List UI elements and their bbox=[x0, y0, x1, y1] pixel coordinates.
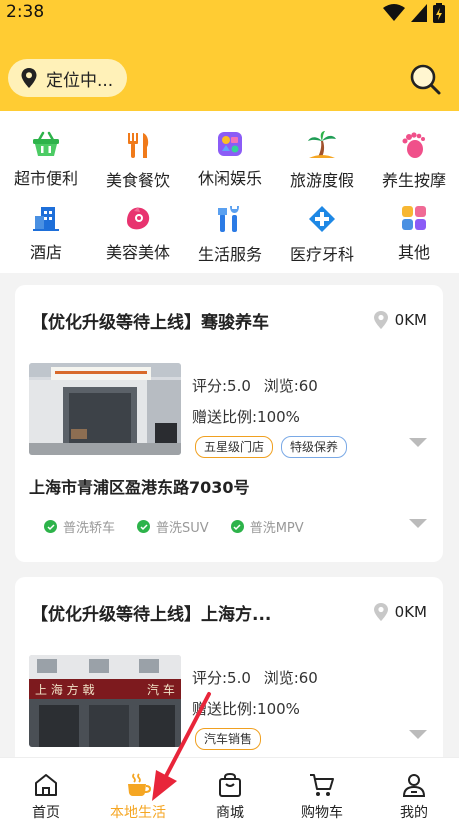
fork-knife-icon bbox=[123, 131, 153, 159]
tag-badge: 五星级门店 bbox=[195, 436, 274, 458]
views-text: 浏览:60 bbox=[263, 669, 318, 687]
tab-label: 购物车 bbox=[301, 805, 343, 821]
tab-label: 本地生活 bbox=[110, 805, 166, 821]
battery-icon bbox=[433, 3, 445, 23]
category-label: 酒店 bbox=[29, 243, 62, 262]
category-medical[interactable]: 医疗牙科 bbox=[276, 185, 368, 264]
hotel-icon bbox=[31, 205, 61, 231]
shop-tags: 五星级门店 特级保养 bbox=[195, 436, 348, 458]
shop-photo[interactable]: 上 海 方 戟 汽 车 bbox=[29, 655, 181, 747]
shop-title[interactable]: 【优化升级等待上线】骞骏养车 bbox=[31, 308, 269, 333]
beauty-icon bbox=[123, 205, 153, 231]
check-icon bbox=[137, 520, 151, 533]
tab-label: 我的 bbox=[400, 805, 428, 821]
status-icons bbox=[383, 3, 445, 23]
location-pin-icon bbox=[21, 68, 37, 88]
shop-stats: 评分:5.0 浏览:60 bbox=[192, 375, 318, 396]
tab-mall[interactable]: 商城 bbox=[184, 758, 276, 822]
category-label: 医疗牙科 bbox=[289, 245, 354, 264]
category-massage[interactable]: 养生按摩 bbox=[368, 111, 459, 190]
tag-badge: 汽车销售 bbox=[195, 728, 262, 750]
views-text: 浏览:60 bbox=[263, 377, 318, 395]
category-leisure[interactable]: 休闲娱乐 bbox=[184, 111, 276, 188]
shop-card[interactable]: 【优化升级等待上线】上海方... 0KM 上 海 方 戟 汽 车 评分:5.0 … bbox=[15, 577, 443, 767]
location-pin-icon bbox=[373, 311, 388, 329]
category-food[interactable]: 美食餐饮 bbox=[92, 111, 184, 190]
search-icon[interactable] bbox=[408, 62, 442, 96]
shop-card[interactable]: 【优化升级等待上线】骞骏养车 0KM 评分:5.0 浏览:60 赠送比例:100… bbox=[15, 285, 443, 562]
basket-icon bbox=[31, 131, 61, 157]
service-label: 普洗SUV bbox=[156, 521, 209, 536]
tab-cart[interactable]: 购物车 bbox=[276, 758, 368, 822]
category-other[interactable]: 其他 bbox=[368, 185, 459, 262]
shopping-bag-icon bbox=[219, 772, 241, 797]
service-item: 普洗SUV bbox=[137, 517, 209, 536]
category-label: 其他 bbox=[397, 243, 430, 262]
category-hotel[interactable]: 酒店 bbox=[0, 185, 92, 262]
expand-arrow-icon[interactable] bbox=[409, 438, 427, 447]
rating-text: 评分:5.0 bbox=[192, 377, 251, 395]
coffee-cup-icon bbox=[128, 773, 151, 796]
tab-label: 商城 bbox=[216, 805, 244, 821]
game-icon bbox=[215, 131, 245, 157]
gift-ratio-text: 赠送比例:100% bbox=[192, 408, 300, 426]
distance-text: 0KM bbox=[394, 603, 427, 621]
category-beauty[interactable]: 美容美体 bbox=[92, 185, 184, 262]
category-supermarket[interactable]: 超市便利 bbox=[0, 111, 92, 188]
expand-services-arrow-icon[interactable] bbox=[409, 519, 427, 528]
tab-mine[interactable]: 我的 bbox=[368, 758, 459, 822]
expand-arrow-icon[interactable] bbox=[409, 730, 427, 739]
service-label: 普洗轿车 bbox=[63, 521, 116, 536]
service-label: 普洗MPV bbox=[249, 521, 304, 536]
shop-tags: 汽车销售 bbox=[195, 728, 262, 750]
tab-home[interactable]: 首页 bbox=[0, 758, 92, 822]
check-icon bbox=[230, 520, 244, 533]
category-grid: 超市便利 美食餐饮 休闲娱乐 旅游度假 养生按摩 酒店 美容美体 生活服务 医疗… bbox=[0, 111, 459, 273]
shop-stats: 评分:5.0 浏览:60 bbox=[192, 667, 318, 688]
service-item: 普洗MPV bbox=[230, 517, 304, 536]
cart-icon bbox=[310, 774, 334, 796]
medical-cross-icon bbox=[307, 205, 337, 233]
service-item: 普洗轿车 bbox=[44, 517, 115, 536]
check-icon bbox=[44, 520, 57, 533]
category-life-service[interactable]: 生活服务 bbox=[184, 185, 276, 264]
shop-distance: 0KM bbox=[373, 602, 427, 622]
location-selector[interactable]: 定位中... bbox=[8, 59, 127, 97]
category-label: 美容美体 bbox=[105, 243, 170, 262]
category-label: 生活服务 bbox=[197, 245, 262, 264]
foot-icon bbox=[399, 131, 429, 159]
status-time: 2:38 bbox=[6, 2, 45, 22]
user-icon bbox=[402, 774, 426, 797]
tab-label: 首页 bbox=[32, 805, 60, 821]
gift-ratio-text: 赠送比例:100% bbox=[192, 700, 300, 718]
tab-local-life[interactable]: 本地生活 bbox=[92, 758, 184, 822]
service-list: 普洗轿车 普洗SUV 普洗MPV bbox=[44, 517, 304, 536]
svg-text:汽 车: 汽 车 bbox=[147, 682, 175, 697]
location-pin-icon bbox=[373, 603, 388, 621]
shop-photo[interactable] bbox=[29, 363, 181, 455]
grid-icon bbox=[399, 205, 429, 231]
svg-text:上 海 方 戟: 上 海 方 戟 bbox=[35, 682, 94, 697]
shop-address: 上海市青浦区盈港东路7030号 bbox=[29, 478, 250, 497]
shop-title[interactable]: 【优化升级等待上线】上海方... bbox=[31, 600, 271, 625]
tag-badge: 特级保养 bbox=[281, 436, 348, 458]
tools-icon bbox=[215, 205, 245, 233]
signal-icon bbox=[411, 4, 427, 22]
rating-text: 评分:5.0 bbox=[192, 669, 251, 687]
wifi-icon bbox=[383, 4, 405, 21]
top-header: 2:38 定位中... bbox=[0, 0, 459, 111]
distance-text: 0KM bbox=[394, 311, 427, 329]
category-travel[interactable]: 旅游度假 bbox=[276, 111, 368, 190]
shop-distance: 0KM bbox=[373, 310, 427, 330]
palm-tree-icon bbox=[307, 131, 337, 159]
home-icon bbox=[35, 774, 57, 796]
location-label: 定位中... bbox=[46, 70, 114, 91]
bottom-tab-bar: 首页 本地生活 商城 购物车 我的 bbox=[0, 757, 459, 822]
